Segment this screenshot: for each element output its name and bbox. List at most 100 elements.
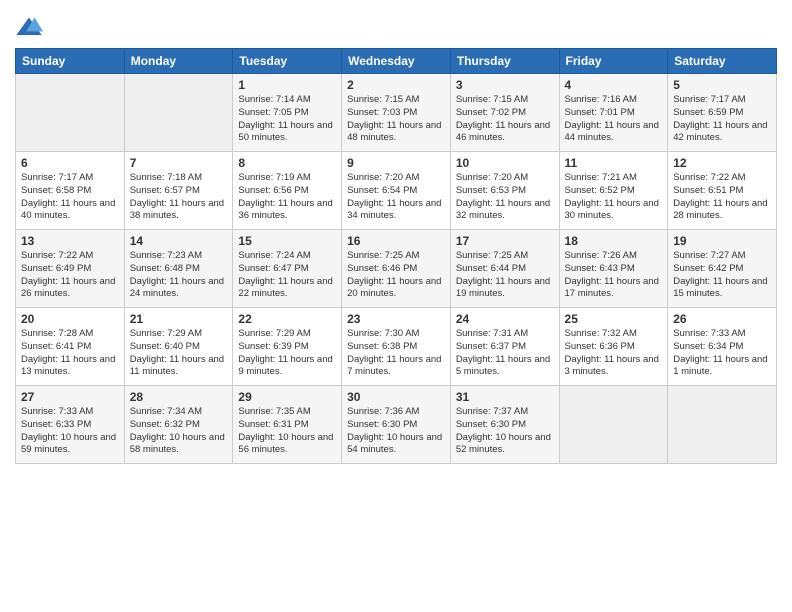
day-info: Sunrise: 7:17 AMSunset: 6:58 PMDaylight:… xyxy=(21,172,119,223)
logo-icon xyxy=(15,14,43,42)
day-number: 24 xyxy=(456,312,554,326)
calendar-cell: 5 Sunrise: 7:17 AMSunset: 6:59 PMDaylight… xyxy=(668,74,777,152)
calendar-header-monday: Monday xyxy=(124,49,233,74)
day-info: Sunrise: 7:16 AMSunset: 7:01 PMDaylight:… xyxy=(565,94,663,145)
day-info: Sunrise: 7:26 AMSunset: 6:43 PMDaylight:… xyxy=(565,250,663,301)
calendar-cell: 11Sunrise: 7:21 AMSunset: 6:52 PMDayligh… xyxy=(559,152,668,230)
day-info: Sunrise: 7:22 AMSunset: 6:51 PMDaylight:… xyxy=(673,172,771,223)
day-info: Sunrise: 7:20 AMSunset: 6:54 PMDaylight:… xyxy=(347,172,445,223)
calendar-header-saturday: Saturday xyxy=(668,49,777,74)
day-number: 1 xyxy=(238,78,336,92)
day-number: 16 xyxy=(347,234,445,248)
day-number: 29 xyxy=(238,390,336,404)
page: SundayMondayTuesdayWednesdayThursdayFrid… xyxy=(0,0,792,612)
day-number: 10 xyxy=(456,156,554,170)
day-info: Sunrise: 7:28 AMSunset: 6:41 PMDaylight:… xyxy=(21,328,119,379)
day-info: Sunrise: 7:29 AMSunset: 6:40 PMDaylight:… xyxy=(130,328,228,379)
calendar-header-tuesday: Tuesday xyxy=(233,49,342,74)
day-info: Sunrise: 7:15 AMSunset: 7:02 PMDaylight:… xyxy=(456,94,554,145)
calendar-cell: 20 Sunrise: 7:28 AMSunset: 6:41 PMDayligh… xyxy=(16,308,125,386)
calendar-header-friday: Friday xyxy=(559,49,668,74)
day-number: 30 xyxy=(347,390,445,404)
calendar-cell: 7Sunrise: 7:18 AMSunset: 6:57 PMDaylight… xyxy=(124,152,233,230)
calendar-cell: 12 Sunrise: 7:22 AMSunset: 6:51 PMDayligh… xyxy=(668,152,777,230)
calendar-cell: 6 Sunrise: 7:17 AMSunset: 6:58 PMDaylight… xyxy=(16,152,125,230)
calendar-cell: 26Sunrise: 7:33 AMSunset: 6:34 PMDayligh… xyxy=(668,308,777,386)
day-number: 22 xyxy=(238,312,336,326)
calendar-week-row: 13 Sunrise: 7:22 AMSunset: 6:49 PMDayligh… xyxy=(16,230,777,308)
day-number: 23 xyxy=(347,312,445,326)
day-info: Sunrise: 7:25 AMSunset: 6:46 PMDaylight:… xyxy=(347,250,445,301)
calendar-cell xyxy=(559,386,668,464)
day-number: 15 xyxy=(238,234,336,248)
day-info: Sunrise: 7:32 AMSunset: 6:36 PMDaylight:… xyxy=(565,328,663,379)
day-number: 3 xyxy=(456,78,554,92)
calendar-cell xyxy=(124,74,233,152)
day-number: 17 xyxy=(456,234,554,248)
calendar-week-row: 6 Sunrise: 7:17 AMSunset: 6:58 PMDaylight… xyxy=(16,152,777,230)
calendar-cell: 10 Sunrise: 7:20 AMSunset: 6:53 PMDayligh… xyxy=(450,152,559,230)
calendar-cell: 4 Sunrise: 7:16 AMSunset: 7:01 PMDaylight… xyxy=(559,74,668,152)
calendar-cell: 27 Sunrise: 7:33 AMSunset: 6:33 PMDayligh… xyxy=(16,386,125,464)
day-info: Sunrise: 7:37 AMSunset: 6:30 PMDaylight:… xyxy=(456,406,554,457)
day-number: 9 xyxy=(347,156,445,170)
day-number: 31 xyxy=(456,390,554,404)
calendar-week-row: 20 Sunrise: 7:28 AMSunset: 6:41 PMDayligh… xyxy=(16,308,777,386)
day-info: Sunrise: 7:25 AMSunset: 6:44 PMDaylight:… xyxy=(456,250,554,301)
header xyxy=(15,10,777,42)
calendar-cell xyxy=(668,386,777,464)
calendar-cell: 19 Sunrise: 7:27 AMSunset: 6:42 PMDayligh… xyxy=(668,230,777,308)
calendar-header-row: SundayMondayTuesdayWednesdayThursdayFrid… xyxy=(16,49,777,74)
calendar-cell: 14Sunrise: 7:23 AMSunset: 6:48 PMDayligh… xyxy=(124,230,233,308)
calendar-cell: 31 Sunrise: 7:37 AMSunset: 6:30 PMDayligh… xyxy=(450,386,559,464)
day-number: 4 xyxy=(565,78,663,92)
day-number: 18 xyxy=(565,234,663,248)
day-info: Sunrise: 7:15 AMSunset: 7:03 PMDaylight:… xyxy=(347,94,445,145)
day-info: Sunrise: 7:19 AMSunset: 6:56 PMDaylight:… xyxy=(238,172,336,223)
calendar-cell: 23 Sunrise: 7:30 AMSunset: 6:38 PMDayligh… xyxy=(342,308,451,386)
calendar-cell: 28Sunrise: 7:34 AMSunset: 6:32 PMDayligh… xyxy=(124,386,233,464)
calendar-cell: 16 Sunrise: 7:25 AMSunset: 6:46 PMDayligh… xyxy=(342,230,451,308)
calendar-header-thursday: Thursday xyxy=(450,49,559,74)
day-number: 5 xyxy=(673,78,771,92)
day-info: Sunrise: 7:29 AMSunset: 6:39 PMDaylight:… xyxy=(238,328,336,379)
day-info: Sunrise: 7:30 AMSunset: 6:38 PMDaylight:… xyxy=(347,328,445,379)
calendar-cell: 1 Sunrise: 7:14 AMSunset: 7:05 PMDaylight… xyxy=(233,74,342,152)
day-number: 8 xyxy=(238,156,336,170)
day-info: Sunrise: 7:36 AMSunset: 6:30 PMDaylight:… xyxy=(347,406,445,457)
day-info: Sunrise: 7:34 AMSunset: 6:32 PMDaylight:… xyxy=(130,406,228,457)
calendar-cell: 2Sunrise: 7:15 AMSunset: 7:03 PMDaylight… xyxy=(342,74,451,152)
logo xyxy=(15,14,46,42)
day-number: 13 xyxy=(21,234,119,248)
calendar-cell: 9 Sunrise: 7:20 AMSunset: 6:54 PMDaylight… xyxy=(342,152,451,230)
calendar-cell: 22 Sunrise: 7:29 AMSunset: 6:39 PMDayligh… xyxy=(233,308,342,386)
day-number: 19 xyxy=(673,234,771,248)
day-info: Sunrise: 7:20 AMSunset: 6:53 PMDaylight:… xyxy=(456,172,554,223)
day-number: 21 xyxy=(130,312,228,326)
calendar-cell: 21 Sunrise: 7:29 AMSunset: 6:40 PMDayligh… xyxy=(124,308,233,386)
calendar-cell: 13 Sunrise: 7:22 AMSunset: 6:49 PMDayligh… xyxy=(16,230,125,308)
day-number: 6 xyxy=(21,156,119,170)
calendar-cell: 24 Sunrise: 7:31 AMSunset: 6:37 PMDayligh… xyxy=(450,308,559,386)
day-info: Sunrise: 7:27 AMSunset: 6:42 PMDaylight:… xyxy=(673,250,771,301)
calendar-week-row: 1 Sunrise: 7:14 AMSunset: 7:05 PMDaylight… xyxy=(16,74,777,152)
day-number: 7 xyxy=(130,156,228,170)
day-number: 27 xyxy=(21,390,119,404)
calendar-header-sunday: Sunday xyxy=(16,49,125,74)
day-info: Sunrise: 7:17 AMSunset: 6:59 PMDaylight:… xyxy=(673,94,771,145)
day-info: Sunrise: 7:33 AMSunset: 6:34 PMDaylight:… xyxy=(673,328,771,379)
day-number: 14 xyxy=(130,234,228,248)
day-number: 12 xyxy=(673,156,771,170)
day-info: Sunrise: 7:33 AMSunset: 6:33 PMDaylight:… xyxy=(21,406,119,457)
calendar-cell: 8 Sunrise: 7:19 AMSunset: 6:56 PMDaylight… xyxy=(233,152,342,230)
calendar-cell: 3 Sunrise: 7:15 AMSunset: 7:02 PMDaylight… xyxy=(450,74,559,152)
calendar-cell xyxy=(16,74,125,152)
calendar-cell: 17 Sunrise: 7:25 AMSunset: 6:44 PMDayligh… xyxy=(450,230,559,308)
day-info: Sunrise: 7:22 AMSunset: 6:49 PMDaylight:… xyxy=(21,250,119,301)
day-number: 20 xyxy=(21,312,119,326)
calendar-cell: 18 Sunrise: 7:26 AMSunset: 6:43 PMDayligh… xyxy=(559,230,668,308)
calendar-week-row: 27 Sunrise: 7:33 AMSunset: 6:33 PMDayligh… xyxy=(16,386,777,464)
day-info: Sunrise: 7:14 AMSunset: 7:05 PMDaylight:… xyxy=(238,94,336,145)
day-info: Sunrise: 7:31 AMSunset: 6:37 PMDaylight:… xyxy=(456,328,554,379)
day-number: 25 xyxy=(565,312,663,326)
